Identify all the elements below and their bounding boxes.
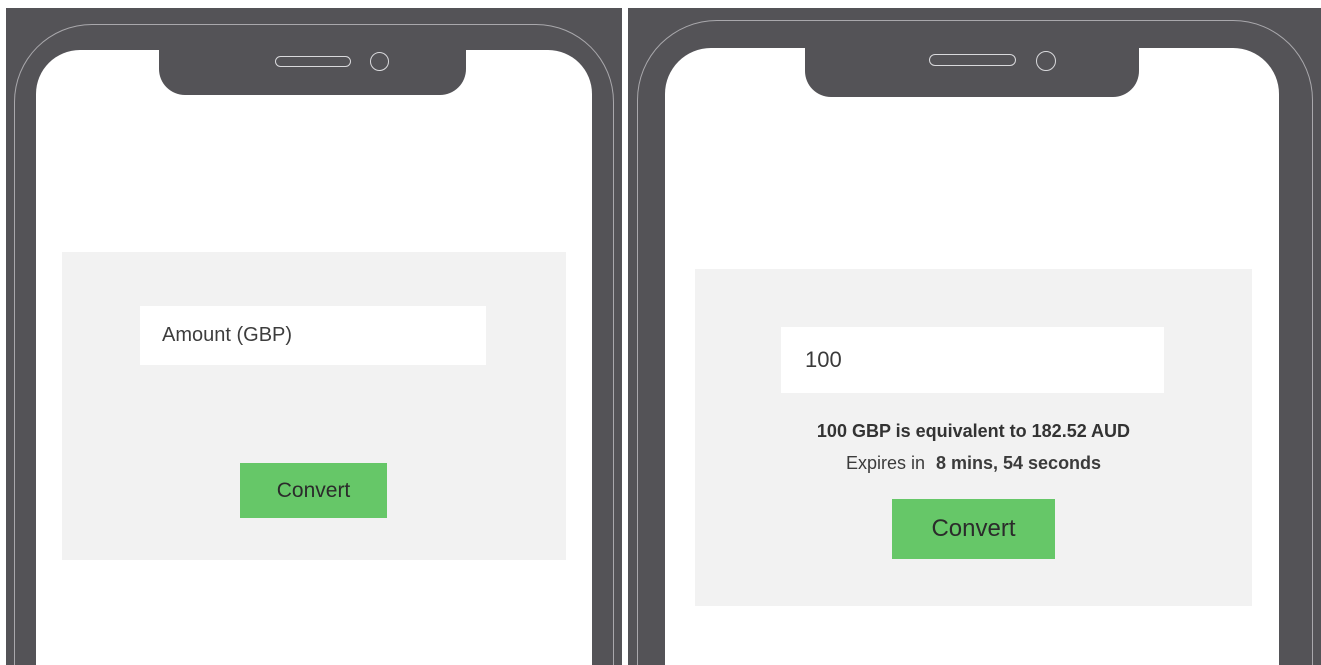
speaker-icon xyxy=(275,56,351,67)
quote-expiry-text: Expires in 8 mins, 54 seconds xyxy=(695,453,1252,474)
phone-notch xyxy=(159,42,466,95)
camera-icon xyxy=(370,52,389,71)
left-phone-mockup: Convert xyxy=(6,8,622,665)
expires-countdown: 8 mins, 54 seconds xyxy=(935,453,1102,473)
expires-label: Expires in xyxy=(845,453,925,473)
converter-card: Convert xyxy=(62,252,566,560)
comparison-stage: Convert 100 GBP is equivalent to 182.52 … xyxy=(0,0,1321,665)
camera-icon xyxy=(1036,51,1056,71)
amount-input[interactable] xyxy=(140,306,486,365)
conversion-result-text: 100 GBP is equivalent to 182.52 AUD xyxy=(816,421,1131,441)
converter-card: 100 GBP is equivalent to 182.52 AUD Expi… xyxy=(695,269,1252,606)
speaker-icon xyxy=(929,54,1016,66)
convert-button[interactable]: Convert xyxy=(892,499,1055,559)
convert-button[interactable]: Convert xyxy=(240,463,387,518)
amount-input[interactable] xyxy=(781,327,1164,393)
phone-notch xyxy=(805,40,1139,97)
right-phone-mockup: 100 GBP is equivalent to 182.52 AUD Expi… xyxy=(628,8,1321,665)
